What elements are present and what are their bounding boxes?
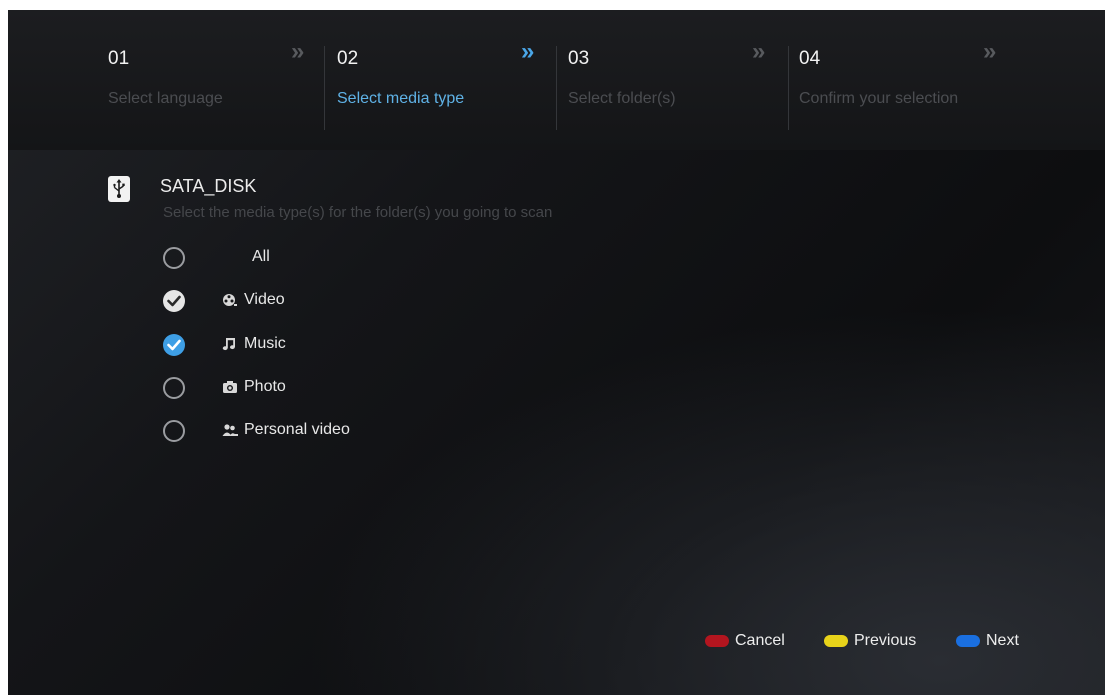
yellow-key-icon	[824, 635, 848, 647]
option-label: Music	[244, 335, 286, 352]
key-label: Cancel	[735, 632, 785, 649]
step-divider	[324, 46, 325, 130]
media-option-music[interactable]: Music	[160, 332, 560, 360]
option-label: Video	[244, 291, 285, 308]
step-select-folders: 03 Select folder(s) »	[568, 10, 793, 135]
music-note-icon	[222, 337, 236, 354]
step-number: 04	[799, 48, 821, 69]
step-number: 02	[337, 48, 359, 69]
option-label: Photo	[244, 378, 286, 395]
usb-icon	[108, 176, 130, 202]
chevron-right-icon: »	[521, 38, 535, 65]
step-number: 01	[108, 48, 130, 69]
step-label: Select media type	[337, 90, 465, 107]
step-select-media-type: 02 Select media type »	[337, 10, 562, 135]
chevron-right-icon: »	[291, 38, 305, 65]
media-option-photo[interactable]: Photo	[160, 375, 560, 403]
device-instructions: Select the media type(s) for the folder(…	[163, 204, 553, 221]
media-option-all[interactable]: All	[160, 245, 560, 273]
red-key-icon	[705, 635, 729, 647]
step-divider	[788, 46, 789, 130]
screen: 01 Select language » 02 Select media typ…	[8, 10, 1105, 695]
radio-unchecked[interactable]	[163, 247, 185, 269]
previous-button[interactable]: Previous	[824, 632, 934, 650]
step-divider	[556, 46, 557, 130]
step-label: Confirm your selection	[799, 90, 959, 107]
option-label: Personal video	[244, 421, 350, 438]
step-label: Select folder(s)	[568, 90, 676, 107]
step-label: Select language	[108, 90, 223, 107]
cancel-button[interactable]: Cancel	[705, 632, 795, 650]
chevron-right-icon: »	[752, 38, 766, 65]
step-confirm-selection: 04 Confirm your selection »	[799, 10, 1024, 135]
people-video-icon	[222, 423, 238, 440]
camera-icon	[222, 380, 238, 397]
option-label: All	[252, 248, 270, 265]
radio-checked[interactable]	[163, 290, 185, 312]
key-label: Next	[986, 632, 1019, 649]
key-label: Previous	[854, 632, 917, 649]
step-select-language: 01 Select language »	[108, 10, 333, 135]
device-name: SATA_DISK	[160, 176, 257, 196]
radio-unchecked[interactable]	[163, 420, 185, 442]
radio-checked[interactable]	[163, 334, 185, 356]
next-button[interactable]: Next	[956, 632, 1026, 650]
radio-unchecked[interactable]	[163, 377, 185, 399]
film-reel-icon	[222, 293, 238, 310]
step-number: 03	[568, 48, 590, 69]
chevron-right-icon: »	[983, 38, 997, 65]
blue-key-icon	[956, 635, 980, 647]
media-option-video[interactable]: Video	[160, 288, 560, 316]
media-option-personal-video[interactable]: Personal video	[160, 418, 560, 446]
